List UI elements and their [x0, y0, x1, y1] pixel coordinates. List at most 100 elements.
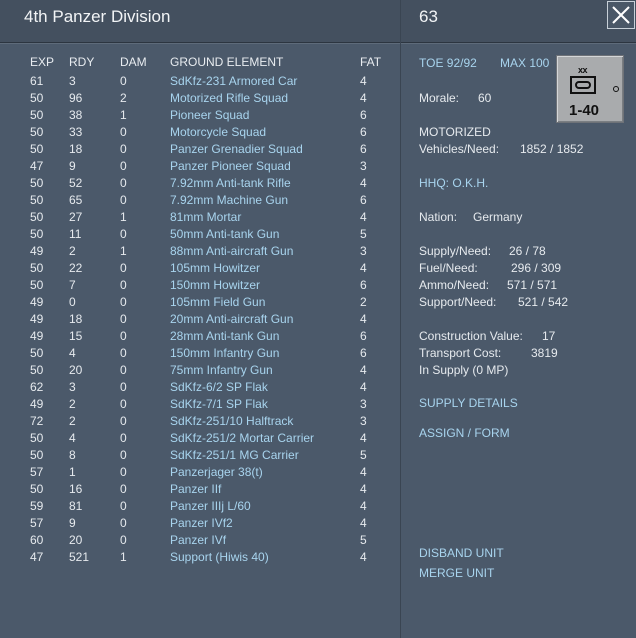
supply-details-link[interactable]: SUPPLY DETAILS: [419, 396, 518, 410]
table-row: 50 38 1 Pioneer Squad 6: [0, 108, 400, 125]
cell-dam: 1: [120, 550, 127, 564]
cell-rdy: 16: [69, 482, 83, 496]
cell-fat: 4: [360, 516, 367, 530]
ground-element-link[interactable]: Support (Hiwis 40): [170, 550, 269, 564]
cell-fat: 2: [360, 295, 367, 309]
ground-element-link[interactable]: 50mm Anti-tank Gun: [170, 227, 279, 241]
ground-element-link[interactable]: Motorized Rifle Squad: [170, 91, 288, 105]
ground-element-link[interactable]: SdKfz-231 Armored Car: [170, 74, 297, 88]
cell-fat: 4: [360, 176, 367, 190]
ground-element-link[interactable]: SdKfz-6/2 SP Flak: [170, 380, 268, 394]
ground-element-link[interactable]: 150mm Howitzer: [170, 278, 260, 292]
cell-fat: 6: [360, 346, 367, 360]
ground-element-link[interactable]: Panzer IVf: [170, 533, 226, 547]
col-dam-header: DAM: [120, 55, 147, 69]
cell-fat: 3: [360, 244, 367, 258]
table-row: 50 4 0 SdKfz-251/2 Mortar Carrier 4: [0, 431, 400, 448]
cell-fat: 4: [360, 74, 367, 88]
ground-element-link[interactable]: Panzer IIIj L/60: [170, 499, 251, 513]
cell-dam: 0: [120, 125, 127, 139]
max-toe-link[interactable]: MAX 100: [500, 56, 549, 70]
ground-element-link[interactable]: 81mm Mortar: [170, 210, 241, 224]
ground-element-link[interactable]: 150mm Infantry Gun: [170, 346, 279, 360]
cell-dam: 0: [120, 74, 127, 88]
ground-element-link[interactable]: Panzer Pioneer Squad: [170, 159, 291, 173]
cell-fat: 4: [360, 261, 367, 275]
cell-rdy: 33: [69, 125, 83, 139]
cell-dam: 0: [120, 261, 127, 275]
ground-element-link[interactable]: Pioneer Squad: [170, 108, 249, 122]
cell-dam: 0: [120, 397, 127, 411]
table-row: 49 15 0 28mm Anti-tank Gun 6: [0, 329, 400, 346]
cell-dam: 0: [120, 295, 127, 309]
motorized-unit-symbol-icon: [570, 76, 596, 94]
cell-rdy: 0: [69, 295, 76, 309]
cell-rdy: 2: [69, 244, 76, 258]
unit-type: MOTORIZED: [419, 125, 491, 139]
cell-rdy: 2: [69, 414, 76, 428]
cell-exp: 50: [30, 448, 44, 462]
cell-dam: 0: [120, 227, 127, 241]
ground-element-link[interactable]: 75mm Infantry Gun: [170, 363, 273, 377]
table-row: 50 22 0 105mm Howitzer 4: [0, 261, 400, 278]
cell-dam: 0: [120, 193, 127, 207]
table-row: 50 52 0 7.92mm Anti-tank Rifle 4: [0, 176, 400, 193]
hhq-link[interactable]: HHQ: O.K.H.: [419, 176, 488, 190]
ground-element-link[interactable]: 105mm Howitzer: [170, 261, 260, 275]
toe-link[interactable]: TOE 92/92: [419, 56, 477, 70]
table-row: 49 0 0 105mm Field Gun 2: [0, 295, 400, 312]
ground-element-link[interactable]: SdKfz-251/1 MG Carrier: [170, 448, 299, 462]
cell-exp: 49: [30, 312, 44, 326]
ground-element-link[interactable]: 88mm Anti-aircraft Gun: [170, 244, 293, 258]
unit-counter[interactable]: xx 1-40: [556, 55, 624, 123]
col-exp-header: EXP: [30, 55, 55, 69]
cell-rdy: 81: [69, 499, 83, 513]
cell-dam: 0: [120, 448, 127, 462]
ground-element-link[interactable]: 7.92mm Anti-tank Rifle: [170, 176, 291, 190]
table-row: 57 9 0 Panzer IVf2 4: [0, 516, 400, 533]
cell-exp: 59: [30, 499, 44, 513]
disband-unit-link[interactable]: DISBAND UNIT: [419, 546, 504, 560]
table-row: 72 2 0 SdKfz-251/10 Halftrack 3: [0, 414, 400, 431]
ground-element-link[interactable]: Panzer Grenadier Squad: [170, 142, 303, 156]
ground-element-link[interactable]: SdKfz-7/1 SP Flak: [170, 397, 268, 411]
unit-name: 4th Panzer Division: [24, 7, 171, 26]
cell-exp: 49: [30, 397, 44, 411]
cell-rdy: 7: [69, 278, 76, 292]
table-row: 47 9 0 Panzer Pioneer Squad 3: [0, 159, 400, 176]
cell-fat: 6: [360, 193, 367, 207]
ground-element-link[interactable]: 7.92mm Machine Gun: [170, 193, 288, 207]
ground-element-link[interactable]: Motorcycle Squad: [170, 125, 266, 139]
cell-fat: 4: [360, 91, 367, 105]
cell-exp: 50: [30, 193, 44, 207]
ground-element-link[interactable]: SdKfz-251/2 Mortar Carrier: [170, 431, 314, 445]
cell-rdy: 96: [69, 91, 83, 105]
transport-label: Transport Cost:: [419, 346, 502, 360]
cell-dam: 0: [120, 278, 127, 292]
table-row: 50 27 1 81mm Mortar 4: [0, 210, 400, 227]
in-supply-status: In Supply (0 MP): [419, 363, 509, 377]
morale-label: Morale:: [419, 91, 460, 105]
cell-rdy: 3: [69, 380, 76, 394]
cell-dam: 1: [120, 244, 127, 258]
cell-exp: 50: [30, 278, 44, 292]
cell-rdy: 20: [69, 363, 83, 377]
merge-unit-link[interactable]: MERGE UNIT: [419, 566, 494, 580]
ground-element-link[interactable]: Panzerjager 38(t): [170, 465, 263, 479]
cell-exp: 49: [30, 295, 44, 309]
ground-element-link[interactable]: Panzer IIf: [170, 482, 221, 496]
cell-fat: 4: [360, 363, 367, 377]
ground-element-link[interactable]: 28mm Anti-tank Gun: [170, 329, 279, 343]
close-button[interactable]: [607, 1, 635, 29]
assign-form-link[interactable]: ASSIGN / FORM: [419, 426, 510, 440]
cell-dam: 0: [120, 380, 127, 394]
cell-fat: 4: [360, 499, 367, 513]
construction-value: 17: [542, 329, 556, 343]
ground-element-link[interactable]: 105mm Field Gun: [170, 295, 265, 309]
cell-exp: 49: [30, 329, 44, 343]
ground-element-link[interactable]: 20mm Anti-aircraft Gun: [170, 312, 293, 326]
unit-size-marker: xx: [578, 65, 588, 75]
fuel-value: 296 / 309: [511, 261, 562, 275]
ground-element-link[interactable]: Panzer IVf2: [170, 516, 233, 530]
ground-element-link[interactable]: SdKfz-251/10 Halftrack: [170, 414, 293, 428]
